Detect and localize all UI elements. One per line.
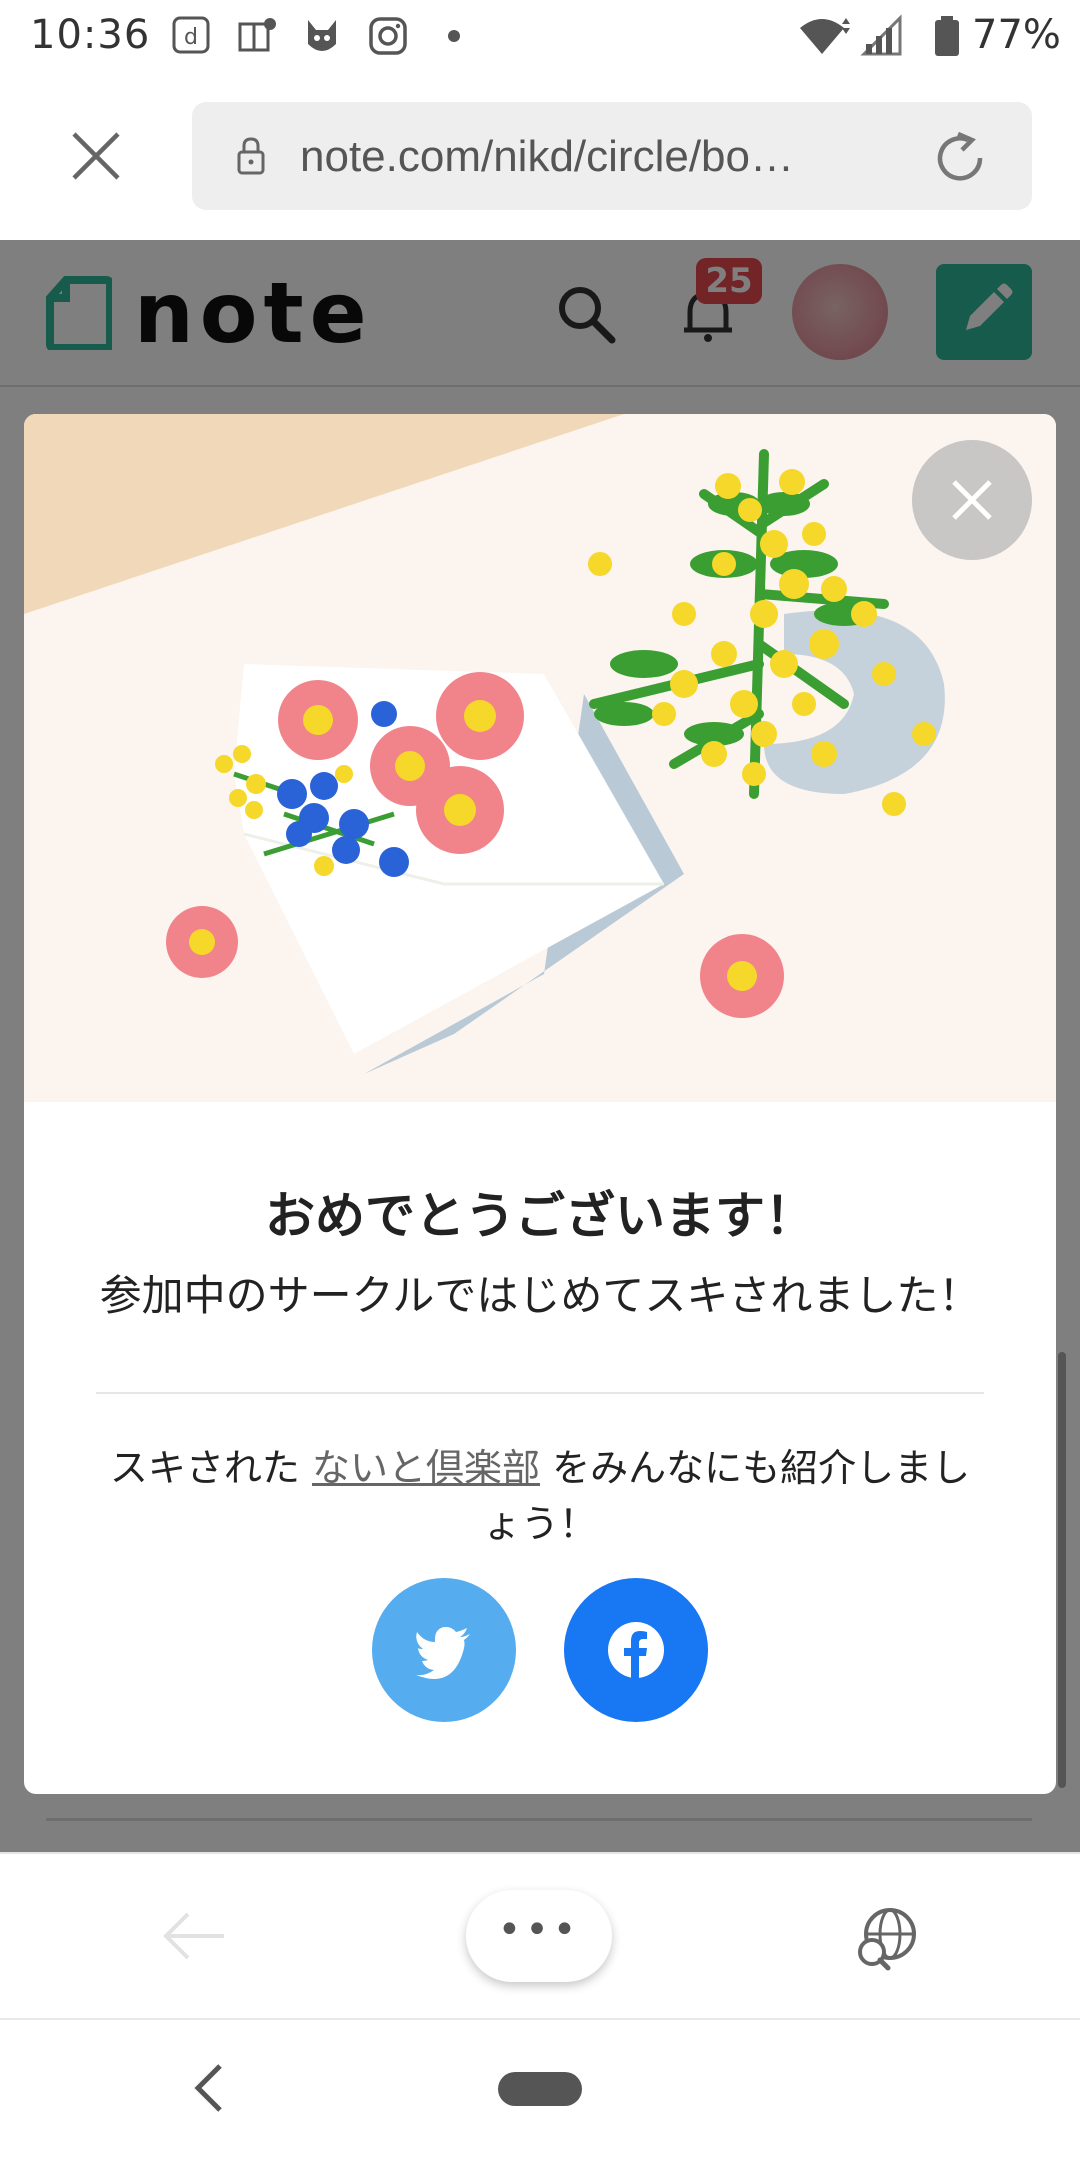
svg-text:d: d xyxy=(184,25,198,50)
reload-icon[interactable] xyxy=(930,128,990,188)
close-icon xyxy=(952,480,992,520)
wifi-icon xyxy=(800,18,850,54)
share-suffix: をみんなにも紹介しましょう！ xyxy=(482,1446,971,1546)
battery-icon xyxy=(935,16,959,56)
congrats-modal: おめでとうございます！ 参加中のサークルではじめてスキされました！ スキされた … xyxy=(24,414,1056,1794)
share-prefix: スキされた xyxy=(109,1446,312,1490)
signal-icon xyxy=(860,14,902,56)
menu-button[interactable]: ••• xyxy=(466,1890,612,1982)
instagram-icon xyxy=(369,17,407,55)
flower-illustration xyxy=(24,414,1056,1102)
dot-icon xyxy=(448,30,460,42)
news-icon xyxy=(238,18,276,52)
more-icon: ••• xyxy=(497,1907,581,1953)
facebook-icon xyxy=(608,1622,664,1678)
close-icon[interactable] xyxy=(66,126,126,186)
twitter-icon xyxy=(416,1626,470,1679)
nav-back-icon[interactable] xyxy=(190,2060,230,2116)
back-arrow-icon[interactable] xyxy=(160,1906,230,1966)
modal-title: おめでとうございます！ xyxy=(265,1187,815,1245)
cat-app-icon xyxy=(308,20,336,51)
lock-icon xyxy=(237,137,265,175)
share-message: スキされた ないと倶楽部 をみんなにも紹介しましょう！ xyxy=(104,1440,976,1552)
twitter-share-button[interactable] xyxy=(372,1578,516,1722)
url-text[interactable]: note.com/nikd/circle/bo… xyxy=(300,132,860,182)
modal-close-button[interactable] xyxy=(912,440,1032,560)
battery-percentage: 77% xyxy=(972,12,1061,58)
d-app-icon: d xyxy=(172,16,210,54)
modal-subtitle: 参加中のサークルではじめてスキされました！ xyxy=(99,1271,981,1320)
nav-home-button[interactable] xyxy=(498,2072,582,2106)
status-bar xyxy=(0,0,1080,76)
facebook-share-button[interactable] xyxy=(564,1578,708,1722)
circle-link[interactable]: ないと倶楽部 xyxy=(312,1446,540,1490)
scrollbar[interactable] xyxy=(1058,1352,1066,1788)
status-time: 10:36 xyxy=(30,12,151,58)
translate-icon[interactable] xyxy=(852,1904,922,1974)
divider xyxy=(96,1392,984,1394)
